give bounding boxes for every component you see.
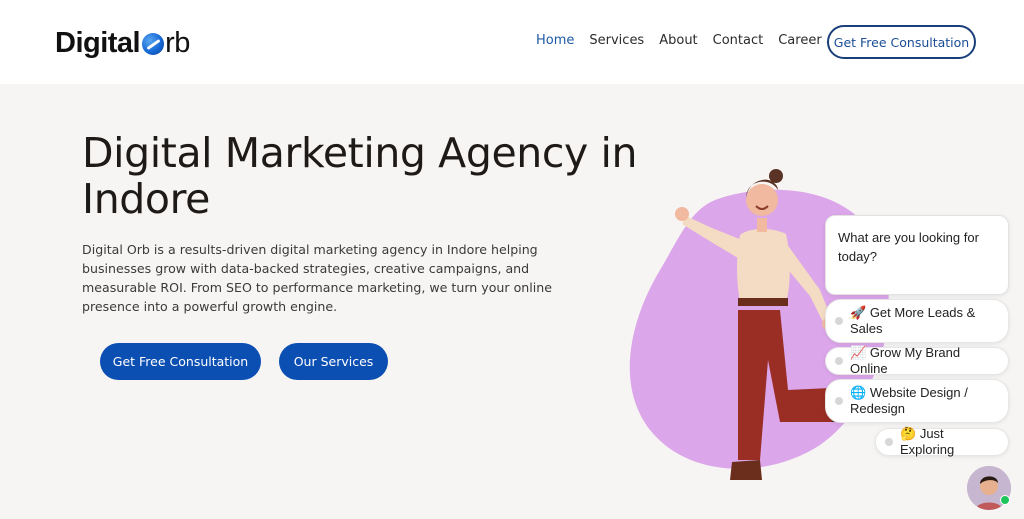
hero-consultation-button[interactable]: Get Free Consultation xyxy=(100,343,261,380)
logo-text-digital: Digital xyxy=(55,26,141,59)
chat-option-label: 🚀 Get More Leads & Sales xyxy=(850,305,1000,337)
nav-item-services[interactable]: Services xyxy=(589,33,644,48)
hero-title: Digital Marketing Agency in Indore xyxy=(82,129,638,223)
our-services-button[interactable]: Our Services xyxy=(279,343,388,380)
figure-torso xyxy=(737,228,790,302)
online-status-badge xyxy=(1000,495,1010,505)
header-consultation-button[interactable]: Get Free Consultation xyxy=(827,25,976,59)
radio-dot-icon xyxy=(835,357,843,365)
figure-hand xyxy=(675,207,689,221)
nav-item-career-label: Career xyxy=(778,33,822,48)
chat-option-website[interactable]: 🌐 Website Design / Redesign xyxy=(825,379,1009,423)
chat-question-bubble: What are you looking for today? xyxy=(825,215,1009,295)
thinking-face-icon: 🤔 xyxy=(900,426,917,441)
hero-description: Digital Orb is a results-driven digital … xyxy=(82,242,552,314)
chat-option-brand[interactable]: 📈 Grow My Brand Online xyxy=(825,345,1009,377)
figure-shoe-front xyxy=(730,460,762,480)
figure-belt xyxy=(738,298,788,306)
nav-item-home[interactable]: Home xyxy=(536,33,574,48)
rocket-icon: 🚀 xyxy=(850,305,867,320)
chat-question-text: What are you looking for today? xyxy=(838,230,979,264)
nav-item-about[interactable]: About xyxy=(659,33,697,48)
main-nav: Home Services About Contact Career⌄ xyxy=(536,33,847,48)
site-logo[interactable]: Digital rb xyxy=(55,26,190,60)
nav-item-contact[interactable]: Contact xyxy=(713,33,764,48)
radio-dot-icon xyxy=(835,317,843,325)
nav-item-career[interactable]: Career⌄ xyxy=(778,33,832,48)
figure-head xyxy=(746,184,778,216)
chat-option-text: Get More Leads & Sales xyxy=(850,305,976,336)
radio-dot-icon xyxy=(885,438,893,446)
orb-icon xyxy=(142,33,165,55)
chat-option-exploring[interactable]: 🤔 Just Exploring xyxy=(875,426,1009,458)
radio-dot-icon xyxy=(835,397,843,405)
chat-option-label: 🤔 Just Exploring xyxy=(900,426,1000,458)
logo-text-rb: rb xyxy=(165,26,190,59)
chat-option-text: Website Design / Redesign xyxy=(850,385,968,416)
site-header: Digital rb Home Services About Contact C… xyxy=(0,0,1024,84)
chat-option-label: 🌐 Website Design / Redesign xyxy=(850,385,1000,417)
globe-icon: 🌐 xyxy=(850,385,867,400)
chart-up-icon: 📈 xyxy=(850,345,867,360)
chat-option-leads[interactable]: 🚀 Get More Leads & Sales xyxy=(825,299,1009,343)
chat-option-label: 📈 Grow My Brand Online xyxy=(850,345,1000,377)
figure-hair-bun xyxy=(769,169,783,183)
figure-neck xyxy=(757,218,767,232)
chat-option-text: Grow My Brand Online xyxy=(850,345,961,376)
